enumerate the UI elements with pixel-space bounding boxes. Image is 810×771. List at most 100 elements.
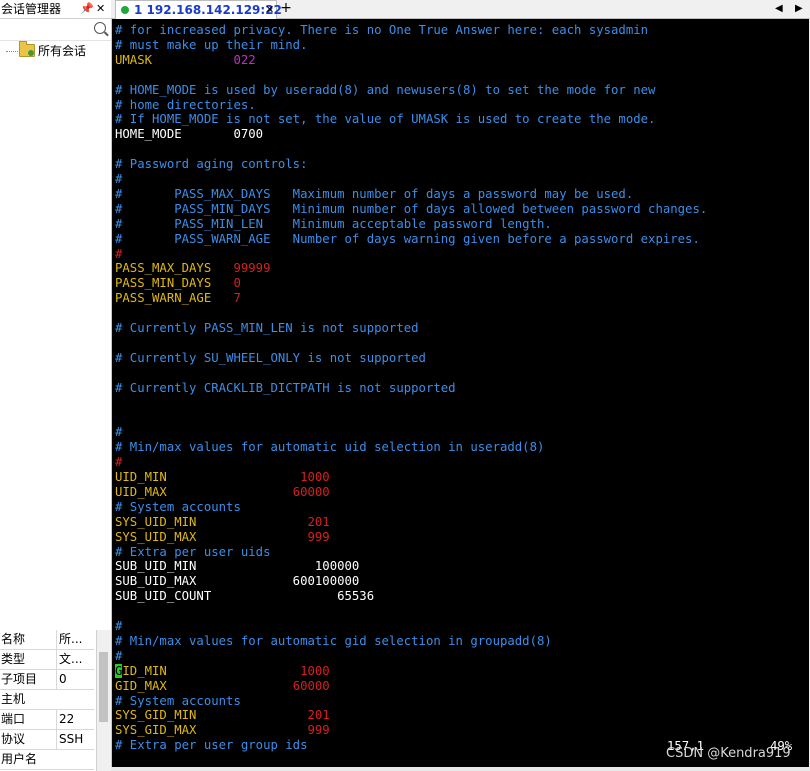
window-bottom-border	[111, 767, 810, 771]
terminal-line: SUB_UID_MIN 100000	[115, 559, 360, 574]
property-row[interactable]: 类型 文...	[0, 650, 94, 670]
property-row[interactable]: 端口 22	[0, 710, 94, 730]
terminal-line: SUB_UID_COUNT 65536	[115, 589, 375, 604]
terminal-line: # Password aging controls:	[115, 157, 308, 172]
terminal-line: # for increased privacy. There is no One…	[115, 23, 649, 37]
config-key: UMASK	[115, 52, 234, 67]
terminal-line: # Currently SU_WHEEL_ONLY is not support…	[115, 350, 426, 365]
terminal-line: SYS_UID_MAX 999	[115, 530, 330, 545]
tab-bar: 1 192.168.142.129:22 ✕ + ◀ ▶	[111, 0, 810, 19]
config-key: PASS_WARN_AGE	[115, 291, 234, 306]
property-row[interactable]: 名称 所...	[0, 630, 94, 650]
property-row[interactable]: 子项目 0	[0, 670, 94, 690]
terminal-line: # home directories.	[115, 97, 256, 112]
terminal-line: GID_MIN 1000	[115, 663, 330, 679]
config-value: 7	[233, 291, 241, 306]
terminal-line: #	[115, 246, 123, 261]
config-key: UID_MIN	[115, 470, 301, 484]
config-key: PASS_MIN_DAYS	[115, 276, 234, 291]
property-value: 文...	[56, 650, 97, 669]
terminal-line: # PASS_MIN_LEN Minimum acceptable passwo…	[115, 216, 552, 231]
tree-item-label: 所有会话	[38, 44, 87, 58]
terminal-line: #	[115, 648, 123, 663]
terminal-line: #	[115, 425, 123, 440]
property-row[interactable]: 主机	[0, 690, 94, 710]
config-value: 022	[233, 52, 256, 67]
config-value: 999	[307, 723, 330, 738]
property-value: 所...	[56, 630, 97, 649]
tree-connector	[6, 51, 18, 52]
property-key: 子项目	[1, 672, 38, 686]
terminal-line: # Currently CRACKLIB_DICTPATH is not sup…	[115, 380, 456, 395]
terminal-line: # Min/max values for automatic uid selec…	[115, 440, 545, 455]
tab-session-1[interactable]: 1 192.168.142.129:22 ✕	[115, 0, 282, 19]
config-key: SYS_UID_MIN	[115, 514, 308, 529]
config-key: SYS_UID_MAX	[115, 529, 308, 544]
tab-scroll-left-icon[interactable]: ◀	[775, 0, 783, 18]
properties-scrollbar[interactable]	[96, 630, 111, 771]
tab-close-icon[interactable]: ✕	[265, 1, 274, 19]
property-value: SSH	[56, 730, 97, 749]
terminal-line: #	[115, 172, 123, 186]
config-key: SYS_GID_MIN	[115, 708, 308, 723]
terminal-line: # System accounts	[115, 693, 241, 708]
terminal-line: SYS_GID_MIN 201	[115, 708, 330, 723]
property-row[interactable]: 协议 SSH	[0, 730, 94, 750]
property-row[interactable]: 用户名	[0, 750, 94, 770]
config-value: 1000	[300, 663, 330, 678]
config-key: SYS_GID_MAX	[115, 723, 308, 738]
config-key: GID_MAX	[115, 678, 293, 693]
terminal-line: PASS_MAX_DAYS 99999	[115, 261, 271, 276]
config-key: UID_MAX	[115, 484, 293, 499]
session-search-bar	[0, 20, 111, 41]
tab-scroll-right-icon[interactable]: ▶	[795, 0, 803, 18]
terminal-line: UID_MIN 1000	[115, 470, 330, 485]
terminal-line: # must make up their mind.	[115, 37, 308, 52]
connected-status-icon	[121, 6, 129, 14]
terminal-line: # System accounts	[115, 499, 241, 514]
terminal-line: SUB_UID_MAX 600100000	[115, 574, 360, 589]
property-value: 0	[56, 670, 97, 689]
terminal-screen[interactable]: # for increased privacy. There is no One…	[112, 19, 809, 767]
config-value: 60000	[292, 484, 330, 499]
config-key: PASS_MAX_DAYS	[115, 261, 234, 276]
config-key: ID_MIN	[122, 663, 301, 678]
close-icon[interactable]: ✕	[96, 0, 105, 18]
terminal-line: SYS_GID_MAX 999	[115, 723, 330, 738]
terminal-line: HOME_MODE 0700	[115, 127, 264, 142]
terminal-line: # HOME_MODE is used by useradd(8) and ne…	[115, 82, 656, 97]
config-value: 201	[307, 708, 330, 723]
terminal-line: # PASS_WARN_AGE Number of days warning g…	[115, 231, 700, 246]
watermark-text: CSDN @Kendra919	[666, 746, 791, 761]
session-panel-title: 会话管理器	[1, 2, 62, 16]
config-value: 0	[233, 276, 241, 291]
terminal-line: SYS_UID_MIN 201	[115, 515, 330, 530]
session-panel-header: 会话管理器 📌 ✕	[0, 0, 111, 19]
terminal-line: # If HOME_MODE is not set, the value of …	[115, 112, 656, 127]
scrollbar-thumb[interactable]	[99, 652, 108, 722]
pin-icon[interactable]: 📌	[80, 0, 94, 18]
config-value: 99999	[233, 261, 271, 276]
terminal-line: # Currently PASS_MIN_LEN is not supporte…	[115, 321, 419, 335]
property-key: 类型	[1, 652, 26, 666]
property-key: 主机	[1, 692, 26, 706]
property-key: 名称	[1, 632, 26, 646]
terminal-line: # Extra per user group ids	[115, 738, 308, 753]
property-key: 协议	[1, 732, 26, 746]
terminal-line: PASS_WARN_AGE 7	[115, 291, 241, 306]
terminal-line: #	[115, 619, 123, 633]
terminal-line: # Extra per user uids	[115, 544, 271, 559]
property-key: 用户名	[1, 752, 38, 766]
search-icon[interactable]	[94, 22, 106, 34]
tab-label: 1 192.168.142.129:22	[134, 3, 282, 17]
session-search-input[interactable]	[2, 22, 94, 38]
session-badge-icon	[28, 50, 34, 56]
terminal-line: # Min/max values for automatic gid selec…	[115, 633, 552, 648]
terminal-line: #	[115, 455, 123, 470]
config-value: 201	[307, 514, 330, 529]
new-tab-button[interactable]: +	[279, 0, 293, 18]
config-value: 999	[307, 529, 330, 544]
properties-grid: 名称 所... 类型 文... 子项目 0 主机端口 22 协议 SSH 用户名	[0, 630, 96, 771]
config-value: 60000	[292, 678, 330, 693]
config-value: 1000	[300, 470, 330, 484]
